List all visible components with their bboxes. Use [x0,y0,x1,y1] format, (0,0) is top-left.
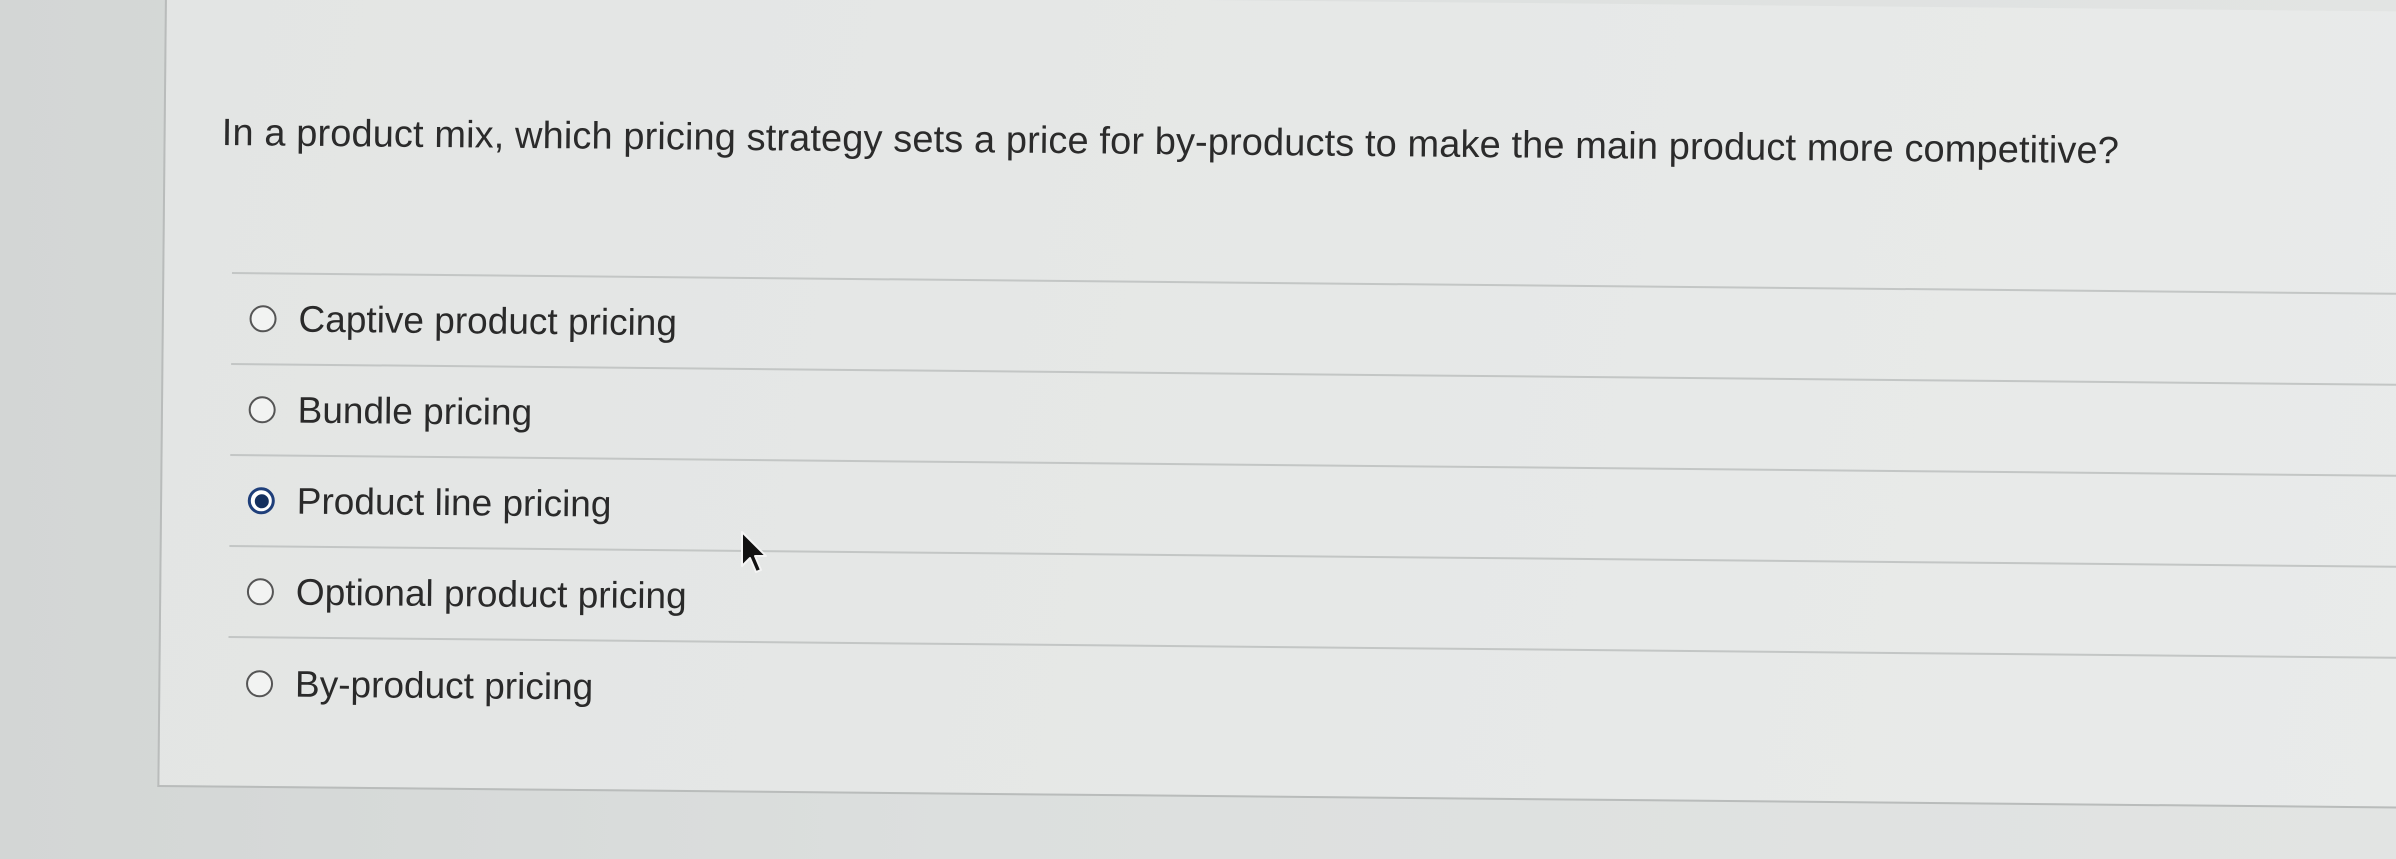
option-label[interactable]: Bundle pricing [297,389,532,433]
option-label[interactable]: Captive product pricing [298,298,677,344]
option-label[interactable]: Product line pricing [297,480,612,525]
radio-button-selected[interactable] [247,487,275,515]
mouse-pointer-icon [741,531,767,573]
radio-button[interactable] [246,578,275,606]
radio-dot [254,493,269,508]
option-label[interactable]: Optional product pricing [296,571,687,617]
screen: In a product mix, which pricing strategy… [0,0,2396,859]
radio-button[interactable] [248,396,276,424]
radio-button[interactable] [245,670,274,698]
option-label[interactable]: By-product pricing [295,663,594,708]
answer-options: Captive product pricing Bundle pricing P… [228,272,2396,750]
radio-button[interactable] [249,305,277,333]
